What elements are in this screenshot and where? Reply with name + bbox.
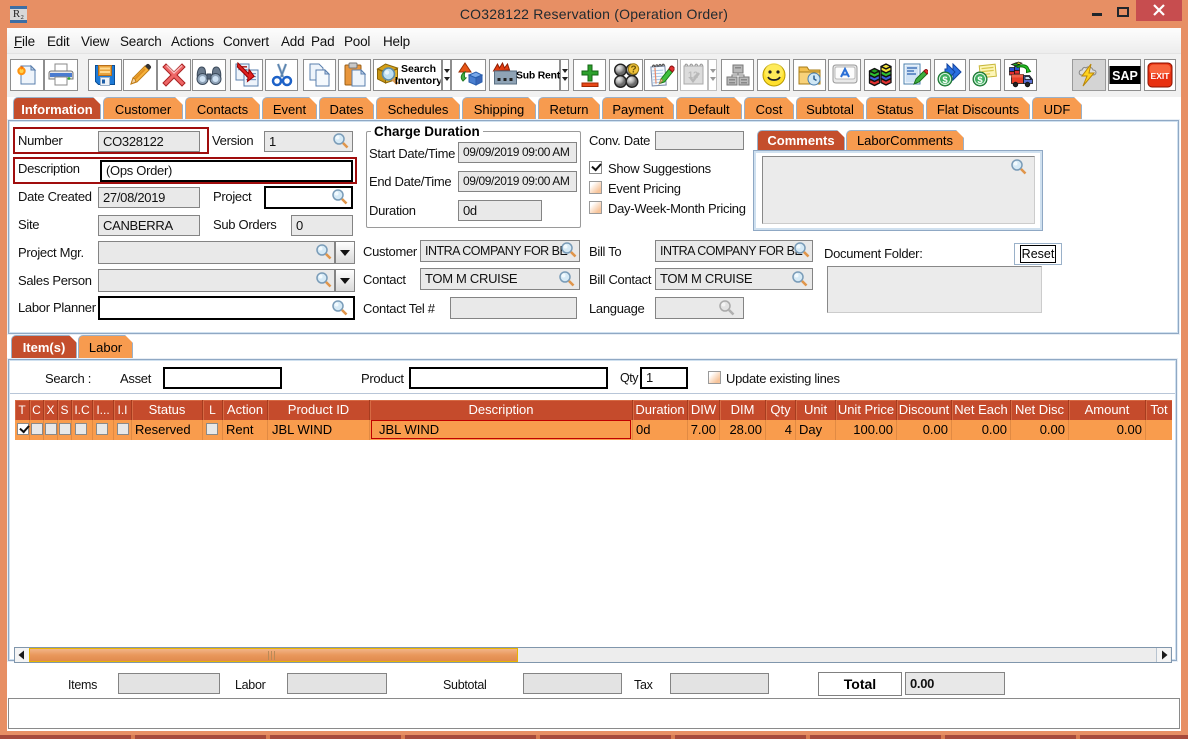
svg-text:EXIT: EXIT [1151, 71, 1171, 81]
svg-text:$: $ [942, 75, 948, 86]
svg-text:Inventory: Inventory [394, 75, 440, 87]
svg-text:?: ? [630, 65, 636, 76]
svg-text:$: $ [977, 75, 983, 86]
svg-text:Sub Rent: Sub Rent [516, 71, 561, 82]
svg-text:Search: Search [400, 63, 435, 75]
svg-text:SAP: SAP [1112, 69, 1138, 83]
